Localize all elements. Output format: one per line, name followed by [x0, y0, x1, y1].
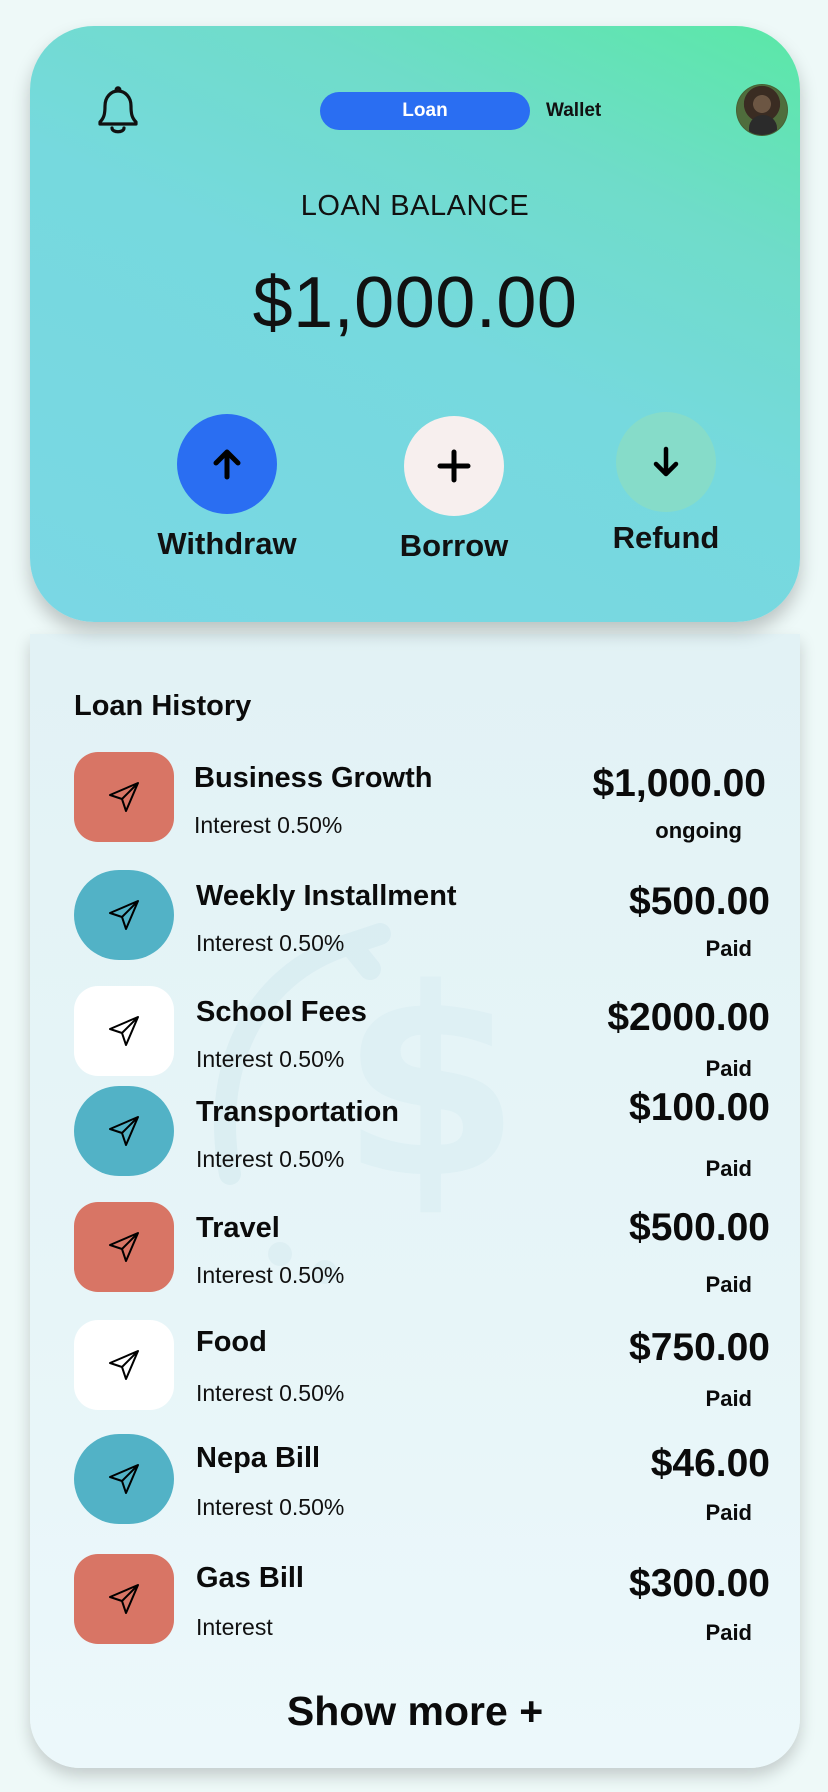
send-icon: [74, 1086, 174, 1176]
avatar[interactable]: [736, 84, 788, 136]
borrow-label: Borrow: [399, 528, 509, 563]
refund-button[interactable]: Refund: [576, 412, 756, 556]
list-item[interactable]: Transportation Interest 0.50% $100.00 Pa…: [30, 1086, 800, 1186]
tab-wallet[interactable]: Wallet: [546, 92, 601, 130]
loan-status: Paid: [705, 1620, 752, 1645]
show-more-button[interactable]: Show more +: [30, 1688, 800, 1735]
list-item[interactable]: Nepa Bill Interest 0.50% $46.00 Paid: [30, 1434, 800, 1534]
loan-status: Paid: [705, 1386, 752, 1411]
bell-icon[interactable]: [90, 82, 146, 140]
send-icon: [74, 986, 174, 1076]
loan-interest: Interest 0.50%: [196, 1046, 345, 1072]
send-icon: [74, 870, 174, 960]
tab-loan[interactable]: Loan: [320, 92, 530, 130]
loan-amount: $300.00: [629, 1562, 770, 1605]
balance-amount: $1,000.00: [252, 263, 578, 343]
plus-icon: [404, 416, 504, 516]
loan-name: Nepa Bill: [196, 1442, 321, 1474]
loan-name: School Fees: [196, 996, 367, 1028]
app-screen: Loan Wallet LOAN BALANCE $1,000.00 Withd…: [0, 0, 828, 1792]
loan-interest: Interest: [196, 1614, 273, 1640]
withdraw-button[interactable]: Withdraw: [137, 414, 317, 562]
loan-status: Paid: [705, 1056, 752, 1081]
loan-amount: $500.00: [629, 1206, 770, 1249]
list-item[interactable]: Food Interest 0.50% $750.00 Paid: [30, 1320, 800, 1420]
loan-amount: $1,000.00: [592, 762, 766, 805]
list-item[interactable]: Gas Bill Interest $300.00 Paid: [30, 1554, 800, 1654]
loan-history-card: $ Loan History Business Growth Interest …: [30, 634, 800, 1768]
send-icon: [74, 752, 174, 842]
loan-interest: Interest 0.50%: [194, 812, 343, 838]
loan-status: Paid: [705, 936, 752, 961]
loan-name: Travel: [196, 1212, 280, 1244]
send-icon: [74, 1202, 174, 1292]
loan-history-title: Loan History: [74, 690, 252, 722]
list-item[interactable]: School Fees Interest 0.50% $2000.00 Paid: [30, 986, 800, 1086]
loan-interest: Interest 0.50%: [196, 930, 345, 956]
withdraw-label: Withdraw: [157, 526, 297, 561]
loan-amount: $750.00: [629, 1326, 770, 1369]
loan-status: Paid: [705, 1272, 752, 1297]
loan-name: Food: [196, 1326, 267, 1358]
loan-name: Business Growth: [194, 762, 433, 794]
send-icon: [74, 1434, 174, 1524]
loan-wallet-toggle: Loan Wallet: [320, 92, 650, 130]
borrow-button[interactable]: Borrow: [364, 416, 544, 564]
send-icon: [74, 1554, 174, 1644]
loan-name: Gas Bill: [196, 1562, 304, 1594]
loan-name: Weekly Installment: [196, 880, 457, 912]
list-item[interactable]: Business Growth Interest 0.50% $1,000.00…: [30, 752, 800, 852]
list-item[interactable]: Weekly Installment Interest 0.50% $500.0…: [30, 870, 800, 970]
loan-interest: Interest 0.50%: [196, 1494, 345, 1520]
arrow-up-icon: [177, 414, 277, 514]
arrow-down-icon: [616, 412, 716, 512]
loan-name: Transportation: [196, 1096, 400, 1128]
refund-label: Refund: [612, 520, 720, 555]
loan-amount: $46.00: [650, 1442, 770, 1485]
balance-label: LOAN BALANCE: [300, 190, 530, 222]
loan-interest: Interest 0.50%: [196, 1146, 345, 1172]
loan-amount: $2000.00: [607, 996, 770, 1039]
loan-amount: $100.00: [629, 1086, 770, 1129]
loan-balance-card: Loan Wallet LOAN BALANCE $1,000.00 Withd…: [30, 26, 800, 622]
loan-interest: Interest 0.50%: [196, 1262, 345, 1288]
loan-status: ongoing: [655, 818, 742, 843]
loan-interest: Interest 0.50%: [196, 1380, 345, 1406]
send-icon: [74, 1320, 174, 1410]
loan-status: Paid: [705, 1500, 752, 1525]
loan-status: Paid: [705, 1156, 752, 1181]
list-item[interactable]: Travel Interest 0.50% $500.00 Paid: [30, 1202, 800, 1302]
loan-amount: $500.00: [629, 880, 770, 923]
